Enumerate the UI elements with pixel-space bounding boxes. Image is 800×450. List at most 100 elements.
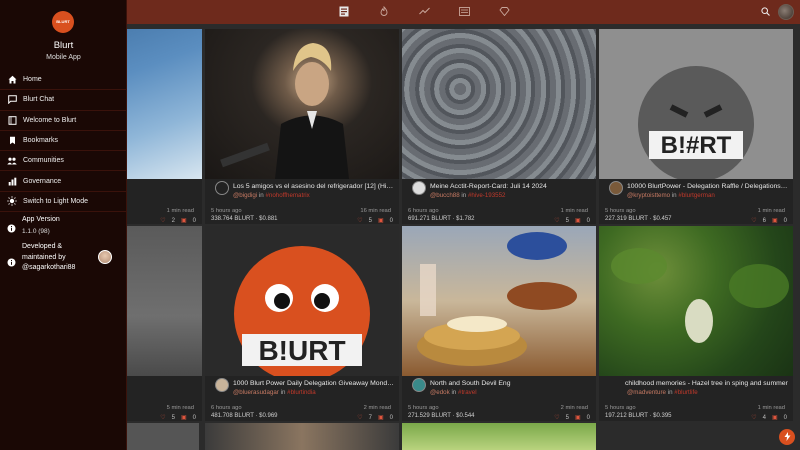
like-count: 5 <box>368 217 372 224</box>
like-count: 5 <box>565 217 569 224</box>
post-card[interactable]: Meine Acctit-Report-Card: Juli 14 2024 @… <box>402 29 596 224</box>
comment-count: 0 <box>192 414 196 421</box>
author-avatar[interactable] <box>609 181 623 195</box>
menu-item-welcome[interactable]: Welcome to Blurt <box>0 111 127 131</box>
read-time: 1 min read <box>757 208 785 214</box>
version-value: 1.1.0 (98) <box>22 228 50 235</box>
post-card[interactable]: Los 5 amigos vs el asesino del refrigera… <box>205 29 399 224</box>
developer-credit[interactable]: Developed & maintained by @sagarkothari8… <box>7 242 122 276</box>
post-title[interactable]: childhood memories - Hazel tree in sping… <box>625 380 789 387</box>
tag-link[interactable]: #nohoffhematrix <box>265 192 309 199</box>
blurt-fab-button[interactable] <box>779 429 795 445</box>
post-title[interactable]: 1000 Blurt Power Daily Delegation Giveaw… <box>233 380 395 387</box>
tag-link[interactable]: #blurtindia <box>287 389 316 396</box>
menu-item-home[interactable]: Home <box>0 70 127 91</box>
heart-icon[interactable]: ♡ <box>751 414 756 421</box>
heart-icon[interactable]: ♡ <box>554 414 559 421</box>
post-card[interactable] <box>127 423 199 450</box>
comment-icon[interactable]: ▣ <box>378 414 384 421</box>
tag-link[interactable]: #blurtlife <box>674 389 697 396</box>
comment-icon[interactable]: ▣ <box>181 217 187 224</box>
heart-icon[interactable]: ♡ <box>357 217 362 224</box>
author-avatar[interactable] <box>215 181 229 195</box>
read-time: 1 min read <box>757 405 785 411</box>
post-time: 5 hours ago <box>211 208 242 214</box>
payout-stats: 338.764 BLURT · $0.881 <box>211 216 278 222</box>
menu-item-theme-toggle[interactable]: Switch to Light Mode <box>0 192 127 213</box>
menu-item-blurt-chat[interactable]: Blurt Chat <box>0 90 127 111</box>
post-time: 5 hours ago <box>408 405 439 411</box>
hot-icon[interactable] <box>378 4 390 18</box>
read-time: 2 min read <box>363 405 391 411</box>
menu-item-governance[interactable]: Governance <box>0 171 127 192</box>
comment-count: 0 <box>192 217 196 224</box>
comment-icon[interactable]: ▣ <box>772 414 778 421</box>
author-link[interactable]: @bluerasudagar <box>233 389 279 396</box>
post-thumbnail <box>599 226 793 376</box>
heart-icon[interactable]: ♡ <box>751 217 756 224</box>
menu-label: Welcome to Blurt <box>23 116 77 124</box>
author-link[interactable]: @edok <box>430 389 450 396</box>
comment-icon[interactable]: ▣ <box>181 414 187 421</box>
trending-icon[interactable] <box>418 4 430 18</box>
payout-stats: 691.271 BLURT · $1.782 <box>408 216 475 222</box>
author-link[interactable]: @kryptoisttemo <box>627 192 670 199</box>
author-avatar[interactable] <box>412 378 426 392</box>
like-count: 7 <box>368 414 372 421</box>
post-time: 5 hours ago <box>605 208 636 214</box>
promoted-icon[interactable] <box>498 4 510 18</box>
author-avatar[interactable] <box>412 181 426 195</box>
comment-icon[interactable]: ▣ <box>378 217 384 224</box>
feed-icon[interactable] <box>338 4 350 18</box>
author-link[interactable]: @bigdigi <box>233 192 257 199</box>
read-time: 1 min read <box>560 208 588 214</box>
heart-icon[interactable]: ♡ <box>554 217 559 224</box>
post-title[interactable]: North and South Devil Eng <box>430 380 592 387</box>
post-card[interactable] <box>402 423 596 450</box>
post-thumbnail: B!#RT <box>599 29 793 182</box>
heart-icon[interactable]: ♡ <box>160 414 165 421</box>
heart-icon[interactable]: ♡ <box>160 217 165 224</box>
like-count: 6 <box>762 217 766 224</box>
like-count: 4 <box>762 414 766 421</box>
comment-icon[interactable]: ▣ <box>575 414 581 421</box>
post-thumbnail: B!URT <box>205 226 399 382</box>
post-card[interactable]: childhood memories - Hazel tree in sping… <box>599 226 793 421</box>
tag-link[interactable]: #blurtgerman <box>678 192 714 199</box>
version-label: App Version <box>22 216 60 223</box>
search-icon[interactable] <box>761 3 770 21</box>
news-icon[interactable] <box>458 4 470 18</box>
tag-link[interactable]: #hive-193552 <box>468 192 506 199</box>
post-card[interactable]: B!URT 1000 Blurt Power Daily Delegation … <box>205 226 399 421</box>
author-link[interactable]: @madventure <box>627 389 666 396</box>
post-card[interactable]: North and South Devil Eng @edok in #trav… <box>402 226 596 421</box>
like-count: 5 <box>565 414 569 421</box>
comment-icon[interactable]: ▣ <box>772 217 778 224</box>
info-icon <box>7 220 16 238</box>
user-avatar[interactable] <box>778 4 794 20</box>
menu-label: Home <box>23 76 42 84</box>
svg-text:B!URT: B!URT <box>258 335 345 366</box>
heart-icon[interactable]: ♡ <box>357 414 362 421</box>
menu-label: Communities <box>23 157 64 165</box>
menu-item-communities[interactable]: Communities <box>0 151 127 172</box>
like-count: 2 <box>171 217 175 224</box>
post-card[interactable]: B!#RT 10000 BlurtPower - Delegation Raff… <box>599 29 793 224</box>
app-version: App Version 1.1.0 (98) <box>7 216 122 240</box>
app-name: Blurt <box>53 40 74 51</box>
post-thumbnail <box>205 29 399 179</box>
menu-item-bookmarks[interactable]: Bookmarks <box>0 131 127 152</box>
comment-icon[interactable]: ▣ <box>575 217 581 224</box>
post-title[interactable]: 10000 BlurtPower - Delegation Raffle / D… <box>627 183 789 190</box>
tag-link[interactable]: #travel <box>458 389 477 396</box>
read-time: 1 min read <box>166 208 194 214</box>
post-title[interactable]: Meine Acctit-Report-Card: Juli 14 2024 <box>430 183 592 190</box>
lightning-icon <box>784 428 791 446</box>
post-title[interactable]: Los 5 amigos vs el asesino del refrigera… <box>233 183 395 190</box>
author-avatar[interactable] <box>215 378 229 392</box>
blurt-logo: BLURT <box>52 11 74 33</box>
author-link[interactable]: @bucch88 <box>430 192 460 199</box>
payout-stats: 481.708 BLURT · $0.969 <box>211 413 278 419</box>
post-card[interactable] <box>205 423 399 450</box>
comment-count: 0 <box>586 217 590 224</box>
